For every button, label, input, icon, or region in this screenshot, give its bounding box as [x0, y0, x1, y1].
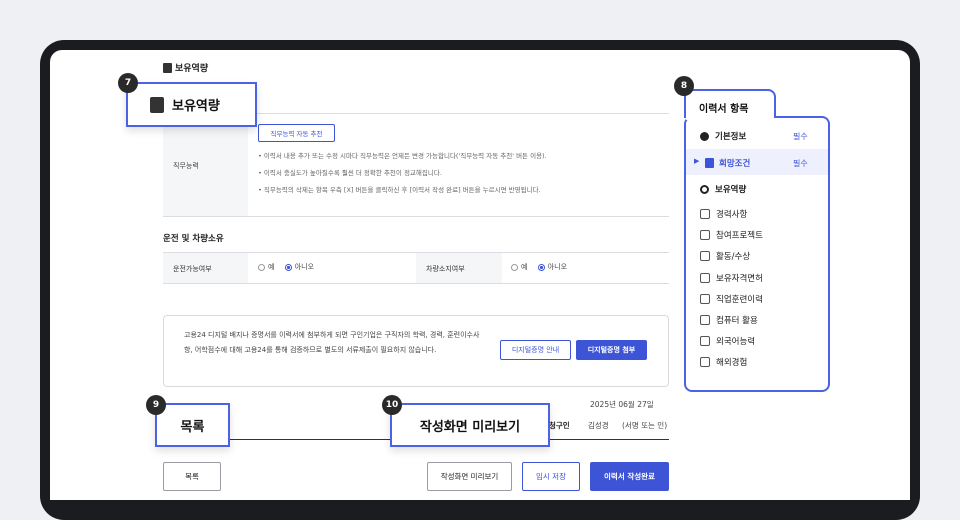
- vehicle-yes-radio[interactable]: [511, 263, 518, 271]
- applicant-name: 김성경: [588, 421, 609, 430]
- panel-item-basic[interactable]: 기본정보: [700, 130, 746, 142]
- callout-skills: 보유역량: [126, 82, 257, 127]
- vehicle-label: 차량소지여부: [426, 265, 465, 273]
- callout-list: 목록: [155, 403, 230, 447]
- license-no-radio[interactable]: [284, 263, 292, 271]
- panel-item[interactable]: 참여프로젝트: [700, 229, 763, 241]
- callout-number-8: 8: [674, 76, 694, 96]
- vehicle-radio-group: 예 아니오: [511, 262, 567, 272]
- resume-icon: [705, 158, 714, 168]
- recommend-skill-button[interactable]: 직무능력 자동 추천: [258, 124, 335, 142]
- checkbox[interactable]: [700, 294, 710, 304]
- tab-joint: [686, 114, 774, 120]
- pointer-icon: ▶: [694, 157, 700, 165]
- digital-attach-button[interactable]: 디지털증명 첨부: [576, 340, 647, 360]
- required-hope: 필수: [793, 159, 808, 168]
- checkbox[interactable]: [700, 315, 710, 325]
- checkbox[interactable]: [700, 357, 710, 367]
- skills-icon: [700, 184, 709, 194]
- sign-date: 2025년 06월 27일: [590, 400, 654, 409]
- divider: [163, 216, 669, 217]
- preview-button[interactable]: 작성화면 미리보기: [427, 462, 512, 491]
- panel-item[interactable]: 보유자격면허: [700, 272, 763, 284]
- resume-search-icon: [150, 96, 164, 113]
- callout-preview: 작성화면 미리보기: [390, 403, 550, 447]
- temp-save-button[interactable]: 임시 저장: [522, 462, 580, 491]
- panel-item[interactable]: 경력사항: [700, 208, 747, 220]
- callout-number-9: 9: [146, 395, 166, 415]
- checkbox[interactable]: [700, 336, 710, 346]
- callout-number-7: 7: [118, 73, 138, 93]
- checkbox[interactable]: [700, 209, 710, 219]
- note-3: • 직무능력의 삭제는 항목 우측 [X] 버튼을 클릭하신 후 [이력서 작성…: [258, 186, 541, 194]
- sign-hint: (서명 또는 인): [622, 421, 668, 430]
- panel-item[interactable]: 컴퓨터 활용: [700, 314, 758, 326]
- license-label: 운전가능여부: [173, 265, 212, 273]
- note-2: • 이력서 충실도가 높아질수록 훨씬 더 정확한 추천이 정교해집니다.: [258, 169, 442, 177]
- applicant-label: 청구인: [549, 421, 570, 430]
- checkbox[interactable]: [700, 251, 710, 261]
- divider: [163, 283, 669, 284]
- section-title: 보유역량: [163, 61, 208, 74]
- callout-number-10: 10: [382, 395, 402, 415]
- panel-item[interactable]: 외국어능력: [700, 335, 755, 347]
- vehicle-no-radio[interactable]: [537, 263, 545, 271]
- panel-item[interactable]: 해외경험: [700, 356, 747, 368]
- list-button[interactable]: 목록: [163, 462, 221, 491]
- checkbox[interactable]: [700, 230, 710, 240]
- panel-item-skills[interactable]: 보유역량: [700, 183, 746, 195]
- digital-badge-text: 고용24 디지털 배지나 증명서를 이력서에 첨부하게 되면 구인기업은 구직자…: [184, 331, 480, 354]
- required-basic: 필수: [793, 132, 808, 141]
- complete-button[interactable]: 이력서 작성완료: [590, 462, 669, 491]
- checkbox[interactable]: [700, 273, 710, 283]
- panel-item[interactable]: 직업훈련이력: [700, 293, 763, 305]
- panel-item-hope[interactable]: 희망조건: [705, 157, 750, 169]
- user-icon: [700, 131, 709, 141]
- panel-item[interactable]: 활동/수상: [700, 250, 750, 262]
- license-yes-radio[interactable]: [258, 263, 265, 271]
- job-skill-label: 직무능력: [173, 162, 199, 170]
- resume-icon: [163, 62, 172, 73]
- digital-guide-button[interactable]: 디지털증명 안내: [500, 340, 571, 360]
- note-1: • 이력서 내용 추가 또는 수정 시마다 직무능력은 언제든 변경 가능합니다…: [258, 152, 547, 160]
- license-radio-group: 예 아니오: [258, 262, 314, 272]
- driving-heading: 운전 및 차량소유: [163, 234, 224, 244]
